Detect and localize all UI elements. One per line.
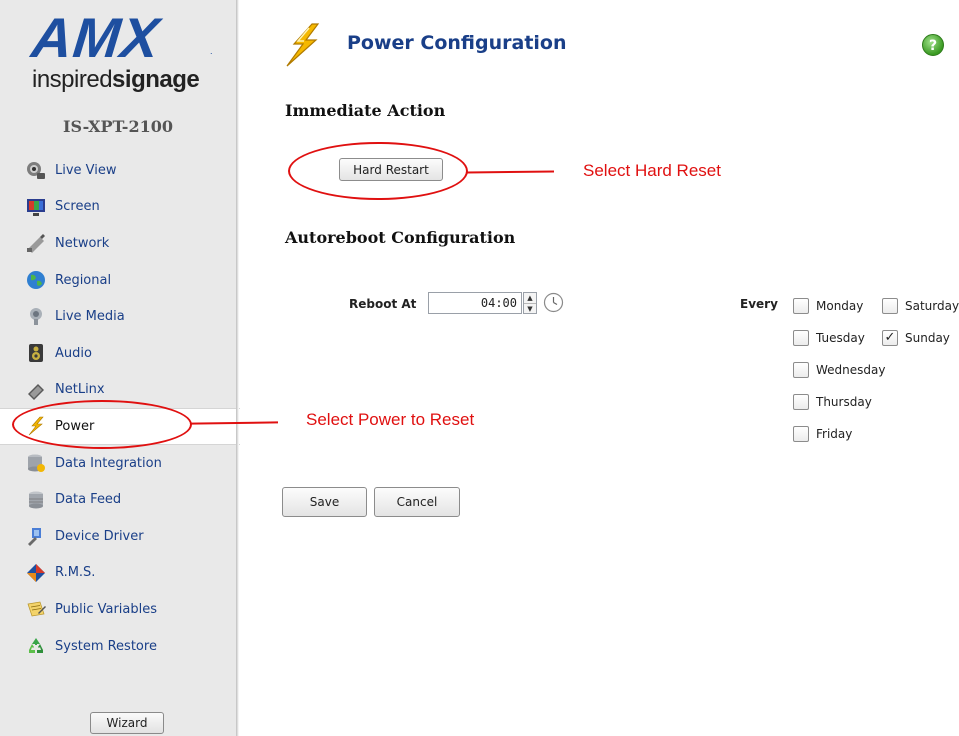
day-checkbox-wednesday[interactable]: Wednesday bbox=[793, 362, 885, 378]
sidebar-item-data-feed[interactable]: Data Feed bbox=[0, 481, 236, 518]
globe-icon bbox=[26, 270, 46, 290]
logo-amx-text: AMX bbox=[28, 6, 163, 69]
day-label: Friday bbox=[816, 427, 853, 441]
day-label: Tuesday bbox=[816, 331, 865, 345]
time-spinner[interactable]: ▲ ▼ bbox=[523, 292, 537, 314]
public-variables-icon bbox=[26, 599, 46, 619]
tagline-bold: signage bbox=[112, 66, 200, 93]
hard-restart-callout-line bbox=[466, 170, 555, 174]
checkbox[interactable] bbox=[793, 330, 809, 346]
save-button[interactable]: Save bbox=[282, 487, 367, 517]
netlinx-icon bbox=[26, 380, 46, 400]
reboot-at-label: Reboot At bbox=[349, 297, 417, 311]
cancel-button[interactable]: Cancel bbox=[374, 487, 460, 517]
amx-logo: AMX . inspiredsignage bbox=[28, 6, 222, 100]
sidebar-item-public-variables[interactable]: Public Variables bbox=[0, 591, 236, 628]
sidebar-item-rms[interactable]: R.M.S. bbox=[0, 555, 236, 592]
sidebar-item-device-driver[interactable]: Device Driver bbox=[0, 518, 236, 555]
clock-icon[interactable] bbox=[543, 292, 564, 313]
day-label: Saturday bbox=[905, 299, 959, 313]
device-model: IS-XPT-2100 bbox=[63, 117, 173, 136]
day-label: Monday bbox=[816, 299, 864, 313]
autoreboot-heading: Autoreboot Configuration bbox=[285, 228, 516, 247]
day-checkbox-friday[interactable]: Friday bbox=[793, 426, 852, 442]
sidebar-item-label: R.M.S. bbox=[55, 565, 96, 581]
tagline-light: inspired bbox=[32, 66, 113, 93]
wizard-button[interactable]: Wizard bbox=[90, 712, 164, 734]
day-checkbox-thursday[interactable]: Thursday bbox=[793, 394, 872, 410]
reboot-time-input[interactable] bbox=[428, 292, 522, 314]
data-feed-icon bbox=[26, 490, 46, 510]
day-checkbox-sunday[interactable]: ✓ Sunday bbox=[882, 330, 950, 346]
sidebar-item-screen[interactable]: Screen bbox=[0, 189, 236, 226]
sidebar-item-label: Device Driver bbox=[55, 528, 144, 544]
sidebar-item-label: Screen bbox=[55, 199, 100, 215]
sidebar-item-label: Audio bbox=[55, 345, 92, 361]
sidebar-item-network[interactable]: Network bbox=[0, 225, 236, 262]
sidebar-item-live-media[interactable]: Live Media bbox=[0, 298, 236, 335]
sidebar-item-live-view[interactable]: Live View bbox=[0, 152, 236, 189]
sidebar-item-label: System Restore bbox=[55, 638, 157, 654]
recycle-icon bbox=[26, 636, 46, 656]
live-media-icon bbox=[26, 307, 46, 327]
day-label: Sunday bbox=[905, 331, 950, 345]
sidebar-item-system-restore[interactable]: System Restore bbox=[0, 628, 236, 665]
page-title: Power Configuration bbox=[347, 32, 567, 54]
day-checkbox-monday[interactable]: Monday bbox=[793, 298, 863, 314]
sidebar-item-label: Network bbox=[55, 235, 110, 251]
day-checkbox-tuesday[interactable]: Tuesday bbox=[793, 330, 865, 346]
checkbox-checked[interactable]: ✓ bbox=[882, 330, 898, 346]
sidebar-item-label: Public Variables bbox=[55, 601, 158, 617]
checkbox[interactable] bbox=[793, 362, 809, 378]
device-driver-icon bbox=[26, 526, 46, 547]
every-label: Every bbox=[740, 297, 778, 311]
sidebar-divider bbox=[236, 0, 239, 736]
sidebar-item-label: Regional bbox=[55, 272, 112, 288]
power-bolt-icon bbox=[282, 22, 322, 68]
logo-tagline: inspiredsignage bbox=[32, 66, 200, 94]
immediate-action-heading: Immediate Action bbox=[285, 101, 446, 120]
spinner-up-icon[interactable]: ▲ bbox=[524, 293, 536, 304]
screen-icon bbox=[26, 197, 46, 217]
sidebar-item-regional[interactable]: Regional bbox=[0, 262, 236, 299]
day-label: Wednesday bbox=[816, 363, 886, 377]
live-view-icon bbox=[26, 160, 46, 180]
speaker-icon bbox=[26, 343, 46, 363]
network-icon bbox=[26, 233, 46, 254]
checkbox[interactable] bbox=[793, 298, 809, 314]
day-checkbox-saturday[interactable]: Saturday bbox=[882, 298, 959, 314]
hard-reset-annotation: Select Hard Reset bbox=[583, 161, 721, 180]
sidebar-item-label: Live View bbox=[55, 162, 117, 178]
help-icon[interactable]: ? bbox=[922, 34, 944, 56]
checkbox[interactable] bbox=[882, 298, 898, 314]
checkbox[interactable] bbox=[793, 426, 809, 442]
sidebar: AMX . inspiredsignage IS-XPT-2100 Live V… bbox=[0, 0, 240, 736]
spinner-down-icon[interactable]: ▼ bbox=[524, 304, 536, 314]
hard-restart-highlight-ellipse bbox=[288, 142, 468, 200]
checkbox[interactable] bbox=[793, 394, 809, 410]
sidebar-item-audio[interactable]: Audio bbox=[0, 335, 236, 372]
sidebar-item-label: NetLinx bbox=[55, 382, 105, 398]
sidebar-item-label: Live Media bbox=[55, 309, 125, 325]
power-annotation: Select Power to Reset bbox=[306, 410, 475, 429]
power-highlight-ellipse bbox=[12, 400, 192, 449]
sidebar-item-label: Data Feed bbox=[55, 492, 122, 508]
data-integration-icon bbox=[26, 453, 46, 473]
sidebar-item-label: Data Integration bbox=[55, 455, 162, 471]
sidebar-item-data-integration[interactable]: Data Integration bbox=[0, 445, 236, 482]
rms-icon bbox=[26, 563, 46, 583]
day-label: Thursday bbox=[816, 395, 872, 409]
logo-registered-mark: . bbox=[210, 46, 213, 56]
